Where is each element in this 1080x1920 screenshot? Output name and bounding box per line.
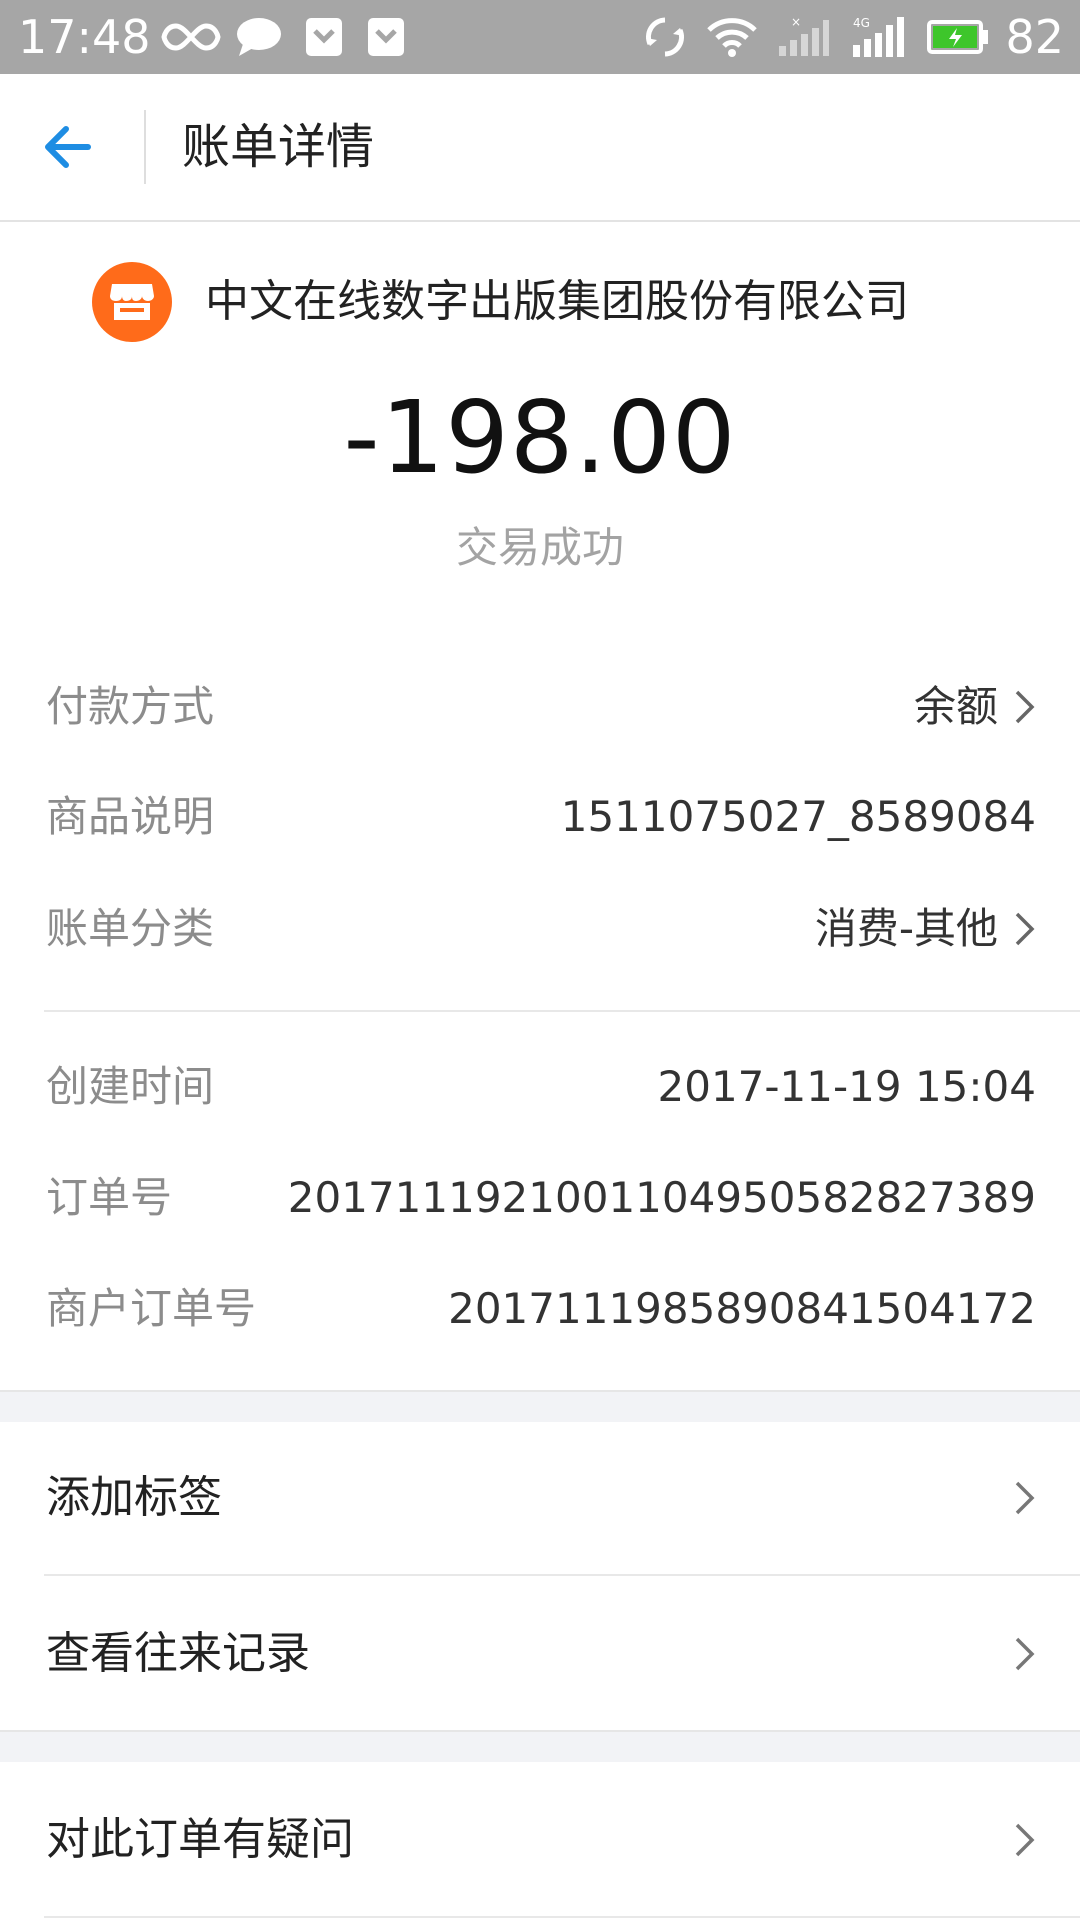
detail-label: 商户订单号 — [46, 1284, 257, 1333]
detail-row-order-number: 订单号 2017111921001104950582827389 — [46, 1163, 1036, 1233]
section-gap — [0, 1390, 1080, 1424]
chevron-right-icon — [1015, 1823, 1035, 1857]
page-title: 账单详情 — [182, 119, 375, 175]
chevron-right-icon — [1015, 1481, 1035, 1515]
signal-4g-icon: 4G — [850, 14, 906, 60]
view-records-button[interactable]: 查看往来记录 — [0, 1576, 1080, 1728]
action-label: 对此订单有疑问 — [46, 1814, 354, 1865]
add-tag-button[interactable]: 添加标签 — [0, 1422, 1080, 1574]
detail-row-payment-method[interactable]: 付款方式 余额 — [46, 672, 1036, 742]
status-time: 17:48 — [18, 10, 151, 64]
action-label: 添加标签 — [46, 1472, 222, 1523]
detail-value: 2017111985890841504172 — [448, 1284, 1036, 1333]
battery-percent: 82 — [1005, 10, 1064, 64]
section-gap — [0, 1730, 1080, 1764]
divider — [44, 1010, 1080, 1012]
store-icon — [110, 284, 154, 320]
detail-value: 1511075027_8589084 — [560, 792, 1036, 841]
detail-row-merchant-order-number: 商户订单号 2017111985890841504172 — [46, 1274, 1036, 1344]
detail-label: 订单号 — [46, 1173, 173, 1222]
chevron-right-icon — [1015, 912, 1035, 946]
detail-label: 付款方式 — [46, 682, 215, 731]
detail-value: 消费-其他 — [815, 894, 1036, 964]
status-bar: 17:48 × 4G 82 — [0, 0, 1080, 74]
order-question-button[interactable]: 对此订单有疑问 — [0, 1762, 1080, 1916]
svg-text:4G: 4G — [853, 16, 870, 30]
chevron-right-icon — [1015, 690, 1035, 724]
transaction-status: 交易成功 — [455, 523, 624, 572]
detail-label: 商品说明 — [46, 792, 215, 841]
divider — [44, 1916, 1080, 1918]
transaction-amount: -198.00 — [343, 379, 737, 496]
detail-label: 创建时间 — [46, 1062, 215, 1111]
svg-text:×: × — [791, 16, 801, 29]
shield-icon — [364, 14, 408, 60]
rotate-icon — [642, 14, 688, 60]
merchant-info: 中文在线数字出版集团股份有限公司 — [0, 262, 1080, 342]
infinity-icon — [158, 14, 224, 60]
shield-icon — [302, 14, 346, 60]
header-divider — [144, 110, 146, 184]
detail-value: 2017-11-19 15:04 — [657, 1062, 1036, 1111]
detail-row-bill-category[interactable]: 账单分类 消费-其他 — [46, 894, 1036, 964]
chevron-right-icon — [1015, 1637, 1035, 1671]
action-label: 查看往来记录 — [46, 1628, 310, 1679]
merchant-name: 中文在线数字出版集团股份有限公司 — [205, 276, 909, 327]
arrow-left-icon — [45, 126, 91, 168]
detail-value: 余额 — [914, 672, 1036, 742]
detail-row-created-time: 创建时间 2017-11-19 15:04 — [46, 1052, 1036, 1122]
battery-charging-icon — [926, 14, 990, 60]
detail-row-product-desc: 商品说明 1511075027_8589084 — [46, 782, 1036, 852]
back-button[interactable] — [40, 119, 104, 175]
app-header: 账单详情 — [0, 74, 1080, 222]
chat-bubble-icon — [234, 14, 284, 60]
detail-label: 账单分类 — [46, 904, 215, 953]
detail-value: 2017111921001104950582827389 — [287, 1173, 1036, 1222]
wifi-icon — [704, 14, 760, 60]
merchant-logo — [92, 262, 172, 342]
signal-empty-icon: × — [776, 14, 830, 60]
